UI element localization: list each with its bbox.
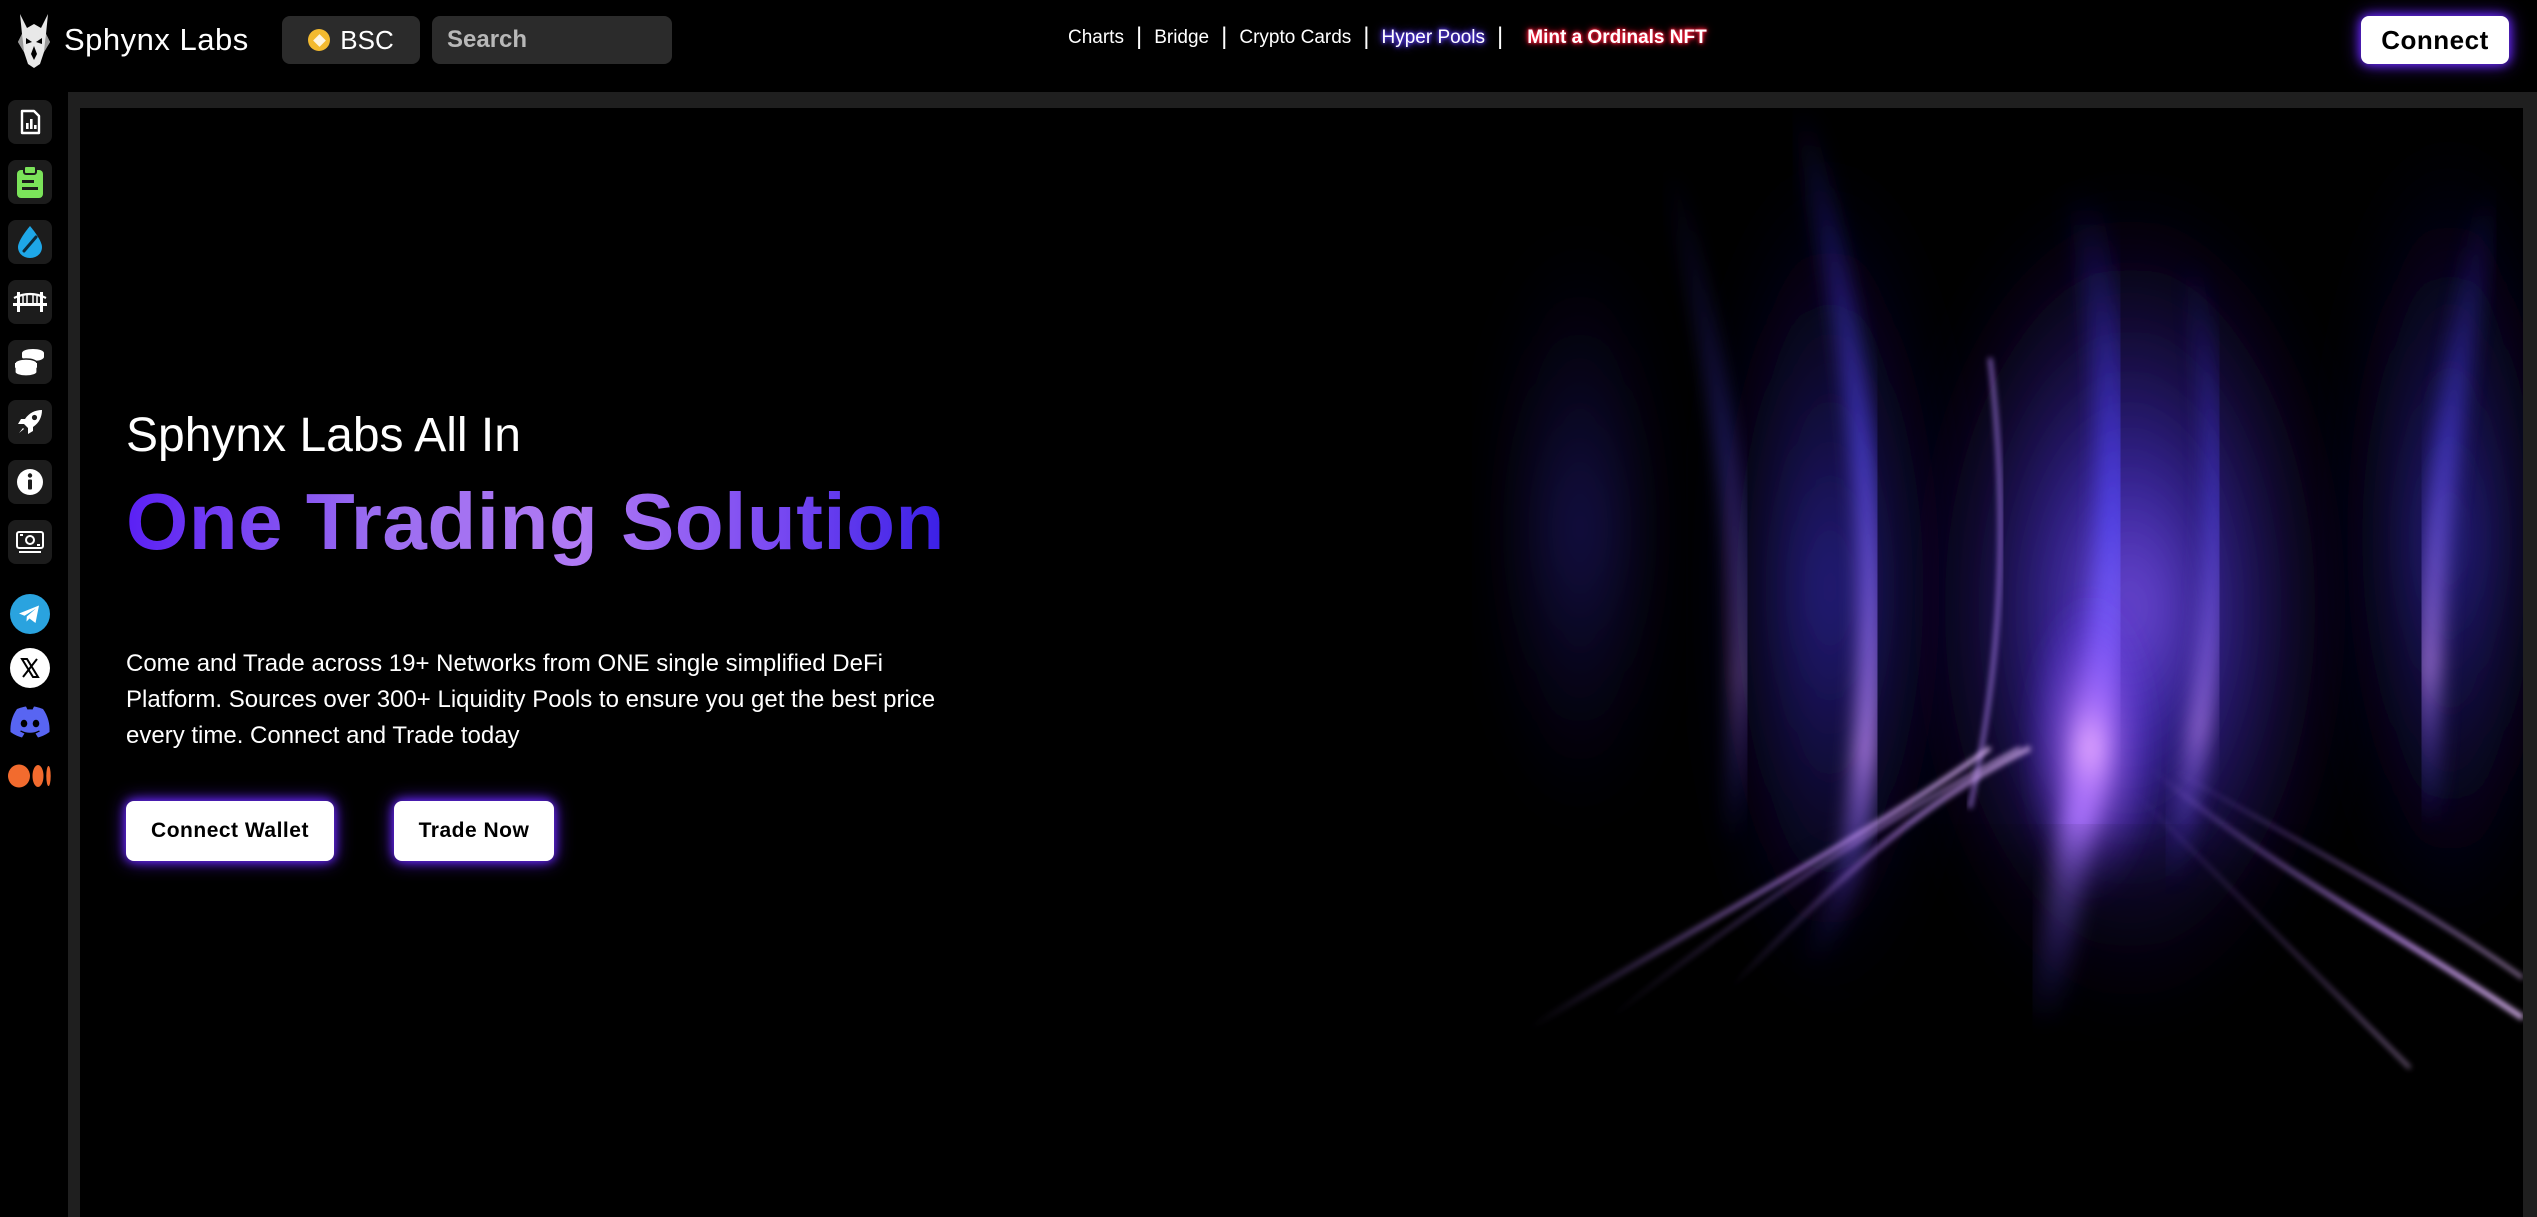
sidebar-item-info[interactable] [8, 460, 52, 504]
x-twitter-icon [10, 648, 50, 688]
search-box [432, 16, 777, 64]
top-navigation: Charts | Bridge | Crypto Cards | Hyper P… [1068, 23, 1707, 52]
nav-separator: | [1497, 23, 1504, 50]
search-input[interactable] [432, 16, 777, 64]
sidebar-item-cash[interactable] [8, 520, 52, 564]
discord-icon [10, 706, 50, 738]
nav-charts-link[interactable]: Charts [1068, 27, 1124, 49]
brand[interactable]: Sphynx Labs [14, 10, 249, 70]
rocket-icon [18, 410, 42, 434]
network-label: BSC [340, 24, 394, 55]
nav-separator: | [1221, 23, 1228, 50]
brand-name: Sphynx Labs [64, 22, 249, 57]
connect-wallet-button[interactable]: Connect Wallet [126, 801, 334, 861]
bnb-coin-icon [308, 29, 331, 51]
sidebar-item-launchpad[interactable] [8, 400, 52, 444]
hero-title: One Trading Solution [126, 477, 945, 566]
nav-separator: | [1363, 23, 1370, 50]
nav-bridge-link[interactable]: Bridge [1154, 27, 1209, 49]
top-bar: Sphynx Labs BSC Charts | Bridge | Crypto… [0, 0, 2537, 80]
telegram-icon [10, 594, 50, 634]
liquidity-drop-icon [18, 226, 42, 258]
network-selector-button[interactable]: BSC [282, 16, 420, 64]
nav-hyper-pools-link[interactable]: Hyper Pools [1382, 27, 1486, 49]
medium-icon [8, 764, 51, 788]
nav-separator: | [1135, 23, 1143, 50]
sidebar-item-coins[interactable] [8, 340, 52, 384]
nav-mint-ordinals-nft-link[interactable]: Mint a Ordinals NFT [1527, 27, 1706, 49]
info-icon [17, 469, 43, 495]
sidebar-item-liquidity[interactable] [8, 220, 52, 264]
clipboard-icon [17, 165, 43, 198]
nav-crypto-cards-link[interactable]: Crypto Cards [1239, 27, 1351, 49]
hero-section: Sphynx Labs All In One Trading Solution … [80, 108, 2523, 1217]
sidebar-item-clipboard[interactable] [8, 160, 52, 204]
coin-stack-icon [14, 349, 44, 377]
social-telegram-link[interactable] [8, 592, 52, 636]
social-x-link[interactable] [8, 646, 52, 690]
sidebar-item-bridge[interactable] [8, 280, 52, 324]
social-medium-link[interactable] [8, 754, 52, 798]
bridge-icon [13, 292, 47, 312]
sphynx-logo-icon [18, 14, 50, 68]
social-discord-link[interactable] [8, 700, 52, 744]
cash-icon [16, 531, 44, 553]
sidebar-item-charts[interactable] [8, 100, 52, 144]
charts-icon [20, 109, 41, 135]
hero-kicker: Sphynx Labs All In [126, 409, 521, 462]
trade-now-button[interactable]: Trade Now [394, 801, 554, 861]
connect-button[interactable]: Connect [2361, 16, 2509, 64]
sidebar [0, 92, 60, 1217]
hero-description: Come and Trade across 19+ Networks from … [126, 650, 936, 749]
aurora-light-background [1430, 108, 2523, 1217]
